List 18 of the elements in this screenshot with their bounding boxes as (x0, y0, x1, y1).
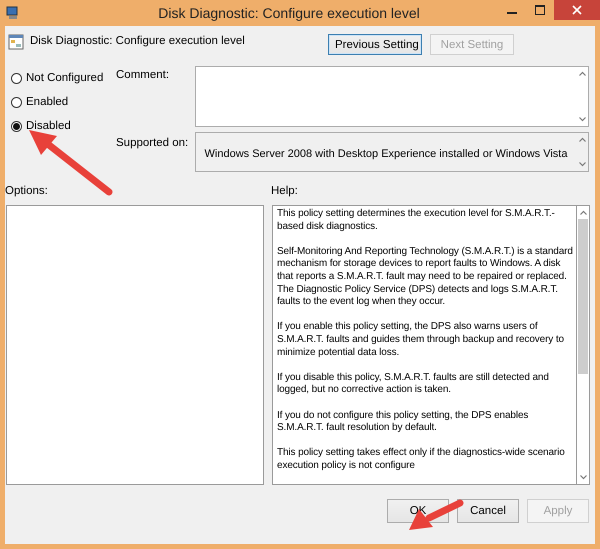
help-label: Help: (271, 185, 298, 199)
supported-on-label: Supported on: (116, 136, 190, 149)
help-paragraph: If you enable this policy setting, the DPS also warns users of S.M.A.R.T. faults and guides them through backup and recovery to minimize potential data loss. (277, 321, 565, 360)
options-label: Options: (5, 185, 49, 199)
comment-label: Comment: (116, 68, 170, 83)
window-title: Disk Diagnostic: Configure execution level (157, 5, 421, 21)
policy-title: Disk Diagnostic: Configure execution level (30, 34, 246, 47)
supported-on-text: Windows Server 2008 with Desktop Experience installed or Windows Vista (204, 147, 568, 162)
previous-setting-button[interactable]: Previous Setting (328, 34, 422, 55)
radio-label[interactable]: Not Configured (26, 72, 104, 84)
radio-label[interactable]: Disabled (26, 120, 71, 132)
help-paragraph: If you disable this policy, S.M.A.R.T. faults are still detected and logged, but no corrective action is taken. (277, 372, 550, 397)
help-paragraph: This policy setting determines the execution level for S.M.A.R.T.-based disk diagnostics. (277, 208, 556, 234)
cancel-button[interactable]: Cancel (457, 499, 519, 523)
help-paragraph: Self-Monitoring And Reporting Technology (S.M.A.R.T.) is a standard mechanism for storage devices to report faults to Windows. A disk that reports a S.M.A.R.T. fault may need to be repaired or replaced. The Diagnostic Policy Service (DPS) detects and logs S.M.A.R.T. faults to the event log when they occur. (277, 246, 573, 309)
radio-label[interactable]: Enabled (26, 96, 68, 108)
help-paragraph: If you do not configure this policy setting, the DPS enables S.M.A.R.T. fault resolution by default. (277, 410, 530, 435)
help-paragraph: This policy setting takes effect only if the diagnostics-wide scenario execution policy is not configure (277, 447, 566, 472)
